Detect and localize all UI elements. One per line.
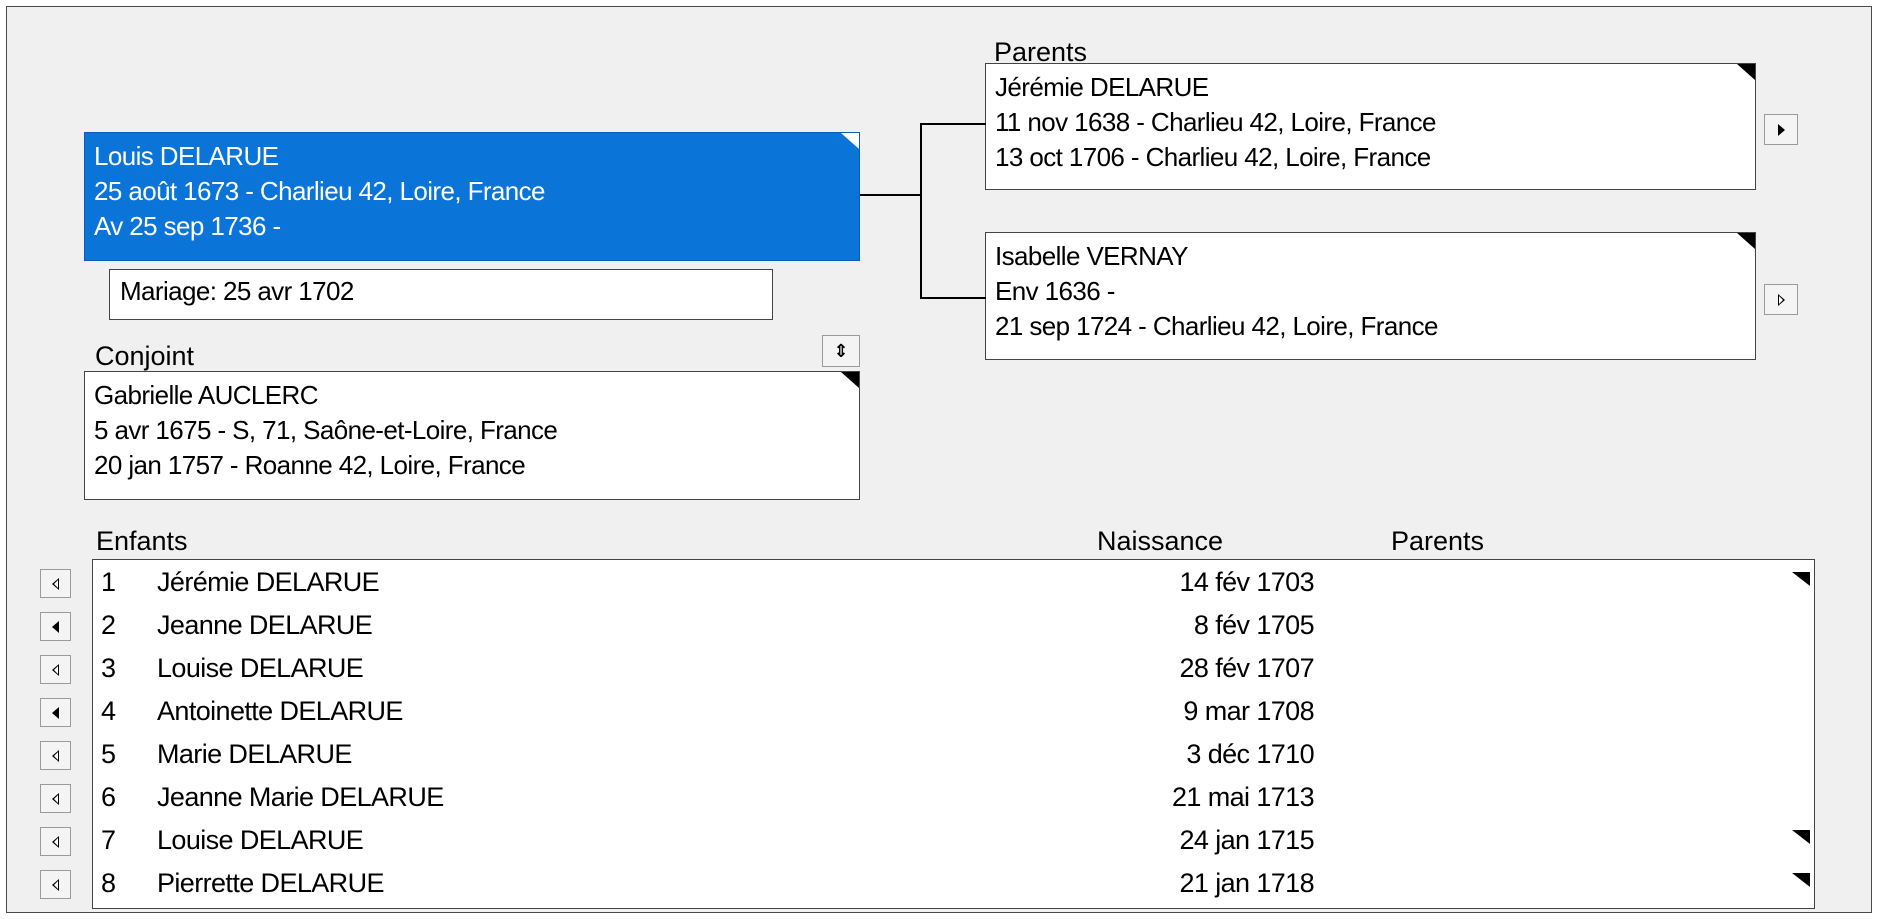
child-number: 6	[101, 782, 116, 812]
child-number: 2	[101, 610, 116, 640]
child-nav-button[interactable]	[40, 827, 71, 856]
child-row[interactable]: 5 Marie DELARUE 3 déc 1710	[93, 734, 1814, 777]
spouse-heading: Conjoint	[95, 341, 195, 371]
arrow-left-icon	[52, 620, 59, 633]
has-parents-marker-icon	[841, 133, 859, 149]
child-number: 1	[101, 567, 116, 597]
child-nav-button[interactable]	[40, 612, 71, 641]
up-down-arrows-icon: ⇕	[833, 341, 849, 361]
child-nav-button[interactable]	[40, 698, 71, 727]
mother-birth: Env 1636 -	[995, 276, 1115, 306]
connector-line	[920, 297, 986, 299]
spouse-birth: 5 avr 1675 - S, 71, Saône-et-Loire, Fran…	[94, 415, 558, 445]
arrow-left-icon	[52, 577, 59, 590]
father-death: 13 oct 1706 - Charlieu 42, Loire, France	[995, 142, 1431, 172]
marriage-field[interactable]: Mariage: 25 avr 1702	[109, 269, 773, 320]
has-parents-marker-icon	[1737, 233, 1755, 249]
child-number: 7	[101, 825, 116, 855]
child-name: Jeanne DELARUE	[157, 610, 373, 640]
arrow-left-icon	[52, 835, 59, 848]
focus-person-death: Av 25 sep 1736 -	[94, 211, 281, 241]
family-view-panel: Parents Jérémie DELARUE 11 nov 1638 - Ch…	[6, 6, 1872, 913]
child-row[interactable]: 6 Jeanne Marie DELARUE 21 mai 1713	[93, 777, 1814, 820]
child-nav-button[interactable]	[40, 784, 71, 813]
arrow-right-outline-icon	[1777, 293, 1785, 306]
spouse-name: Gabrielle AUCLERC	[94, 380, 318, 410]
children-list[interactable]: 1 Jérémie DELARUE 14 fév 1703 2 Jeanne DELAR…	[92, 559, 1815, 909]
child-name: Antoinette DELARUE	[157, 696, 403, 726]
arrow-left-icon	[52, 663, 59, 676]
child-row[interactable]: 3 Louise DELARUE 28 fév 1707	[93, 648, 1814, 691]
marriage-text: Mariage: 25 avr 1702	[120, 276, 354, 306]
child-nav-button[interactable]	[40, 870, 71, 899]
spouse-card[interactable]: Gabrielle AUCLERC 5 avr 1675 - S, 71, Sa…	[84, 371, 860, 500]
spouse-death: 20 jan 1757 - Roanne 42, Loire, France	[94, 450, 526, 480]
mother-name: Isabelle VERNAY	[995, 241, 1188, 271]
child-name: Pierrette DELARUE	[157, 868, 384, 898]
children-heading: Enfants	[96, 526, 188, 556]
connector-line	[920, 123, 986, 125]
arrow-left-icon	[52, 706, 59, 719]
has-children-marker-icon	[1792, 572, 1810, 586]
has-parents-marker-icon	[1737, 64, 1755, 80]
child-row[interactable]: 8 Pierrette DELARUE 21 jan 1718	[93, 863, 1814, 906]
child-nav-button[interactable]	[40, 655, 71, 684]
child-name: Louise DELARUE	[157, 653, 364, 683]
arrow-left-icon	[52, 792, 59, 805]
child-birth-date: 21 mai 1713	[1171, 782, 1315, 812]
child-nav-button[interactable]	[40, 569, 71, 598]
focus-person-name: Louis DELARUE	[94, 141, 279, 171]
has-children-marker-icon	[1792, 873, 1810, 887]
focus-person-birth: 25 août 1673 - Charlieu 42, Loire, Franc…	[94, 176, 546, 206]
child-birth-date: 24 jan 1715	[1179, 825, 1314, 855]
child-row[interactable]: 1 Jérémie DELARUE 14 fév 1703	[93, 562, 1814, 605]
father-card[interactable]: Jérémie DELARUE 11 nov 1638 - Charlieu 4…	[985, 63, 1756, 190]
child-row[interactable]: 2 Jeanne DELARUE 8 fév 1705	[93, 605, 1814, 648]
arrow-left-icon	[52, 749, 59, 762]
child-name: Jérémie DELARUE	[157, 567, 380, 597]
child-number: 5	[101, 739, 116, 769]
child-number: 3	[101, 653, 116, 683]
child-row[interactable]: 7 Louise DELARUE 24 jan 1715	[93, 820, 1814, 863]
has-parents-marker-icon	[841, 372, 859, 388]
child-number: 4	[101, 696, 116, 726]
mother-death: 21 sep 1724 - Charlieu 42, Loire, France	[995, 311, 1438, 341]
child-birth-date: 8 fév 1705	[1193, 610, 1315, 640]
child-name: Marie DELARUE	[157, 739, 352, 769]
focus-person-card[interactable]: Louis DELARUE 25 août 1673 - Charlieu 42…	[84, 132, 860, 261]
child-birth-date: 3 déc 1710	[1186, 739, 1314, 769]
mother-nav-button[interactable]	[1764, 284, 1798, 315]
father-name: Jérémie DELARUE	[995, 72, 1209, 102]
connector-line	[859, 194, 922, 196]
child-birth-date: 21 jan 1718	[1179, 868, 1314, 898]
child-birth-date: 28 fév 1707	[1179, 653, 1314, 683]
father-nav-button[interactable]	[1764, 114, 1798, 145]
connector-line	[920, 123, 922, 299]
child-birth-date: 9 mar 1708	[1183, 696, 1314, 726]
child-name: Jeanne Marie DELARUE	[157, 782, 444, 812]
child-nav-button[interactable]	[40, 741, 71, 770]
child-birth-date: 14 fév 1703	[1179, 567, 1314, 597]
child-name: Louise DELARUE	[157, 825, 364, 855]
birth-column-header: Naissance	[1097, 526, 1224, 556]
parents-column-header: Parents	[1391, 526, 1485, 556]
father-birth: 11 nov 1638 - Charlieu 42, Loire, France	[995, 107, 1437, 137]
arrow-right-icon	[1777, 123, 1785, 136]
child-row[interactable]: 4 Antoinette DELARUE 9 mar 1708	[93, 691, 1814, 734]
mother-card[interactable]: Isabelle VERNAY Env 1636 - 21 sep 1724 -…	[985, 232, 1756, 360]
spouse-switch-button[interactable]: ⇕	[822, 335, 860, 367]
has-children-marker-icon	[1792, 830, 1810, 844]
arrow-left-icon	[52, 878, 59, 891]
child-number: 8	[101, 868, 116, 898]
